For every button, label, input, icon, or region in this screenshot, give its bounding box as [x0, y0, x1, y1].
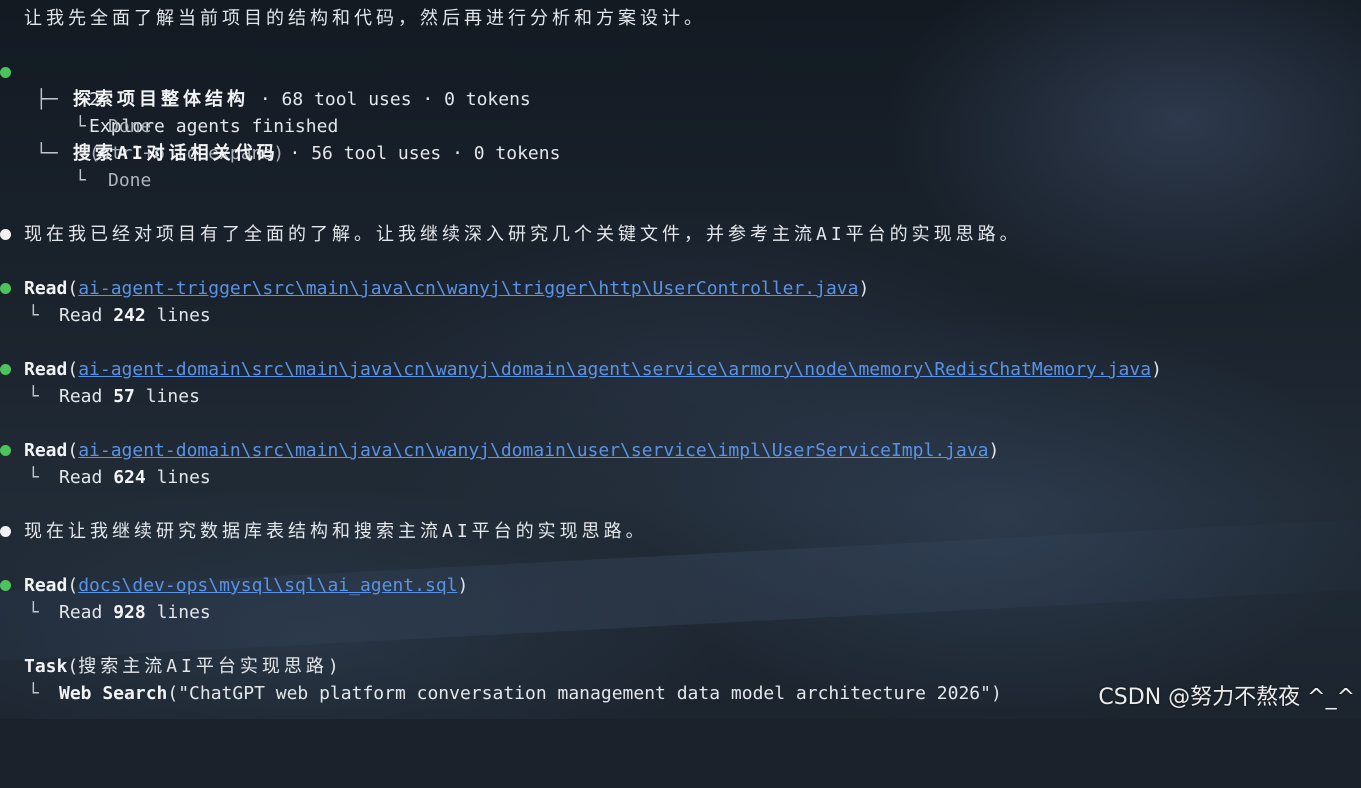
- tree-end-icon: └: [28, 467, 39, 488]
- result-word: Read: [59, 386, 103, 407]
- web-search-query: ("ChatGPT web platform conversation mana…: [167, 683, 1002, 704]
- explore-agent-status-row: └ Done: [0, 113, 151, 140]
- agent-status: Done: [108, 170, 152, 191]
- tool-name: Read: [24, 278, 68, 299]
- status-dot-green-icon: [0, 445, 11, 456]
- result-word: Read: [59, 467, 103, 488]
- result-word: Read: [59, 305, 103, 326]
- agent-stats: · 56 tool uses · 0 tokens: [278, 143, 561, 164]
- result-unit: lines: [156, 467, 211, 488]
- agent-name: 探索项目整体结构: [73, 89, 249, 110]
- result-unit: lines: [145, 386, 200, 407]
- terminal-output: 让我先全面了解当前项目的结构和代码，然后再进行分析和方案设计。 2 Explor…: [0, 0, 1361, 719]
- explore-agents-block[interactable]: 2 Explore agents finished (ctrl+o to exp…: [0, 59, 338, 164]
- explore-agent-row: ├─ 探索项目整体结构 · 68 tool uses · 0 tokens: [0, 86, 531, 113]
- read-tool-call: Read(ai-agent-trigger\src\main\java\cn\w…: [0, 275, 869, 302]
- status-dot-green-icon: [0, 364, 11, 375]
- intro-message: 让我先全面了解当前项目的结构和代码，然后再进行分析和方案设计。: [0, 5, 702, 32]
- read-result: └ Read 928 lines: [0, 599, 211, 626]
- agent-name: 搜索AI对话相关代码: [73, 143, 279, 164]
- assistant-message: 现在让我继续研究数据库表结构和搜索主流AI平台的实现思路。: [0, 518, 644, 545]
- tree-end-icon: └: [75, 170, 86, 191]
- status-dot-green-icon: [0, 67, 11, 78]
- agent-stats: · 68 tool uses · 0 tokens: [249, 89, 531, 110]
- file-path-link[interactable]: docs\dev-ops\mysql\sql\ai_agent.sql: [78, 575, 457, 596]
- assistant-message: 现在我已经对项目有了全面的了解。让我继续深入研究几个关键文件，并参考主流AI平台…: [0, 221, 1018, 248]
- read-tool-call: Read(docs\dev-ops\mysql\sql\ai_agent.sql…: [0, 572, 468, 599]
- tool-name: Read: [24, 575, 68, 596]
- tree-end-icon: └: [28, 683, 39, 704]
- status-dot-green-icon: [0, 283, 11, 294]
- tree-branch-icon: ├─: [36, 89, 58, 110]
- tree-last-branch-icon: └─: [36, 143, 58, 164]
- status-dot-white-icon: [0, 526, 11, 537]
- line-count: 242: [113, 305, 146, 326]
- csdn-watermark: CSDN @努力不熬夜 ^_^: [1098, 685, 1355, 710]
- tree-end-icon: └: [28, 305, 39, 326]
- file-path-link[interactable]: ai-agent-domain\src\main\java\cn\wanyj\d…: [78, 359, 1151, 380]
- line-count: 624: [113, 467, 146, 488]
- explore-agent-status-row: └ Done: [0, 167, 151, 194]
- line-count: 928: [113, 602, 146, 623]
- message-text: 现在让我继续研究数据库表结构和搜索主流AI平台的实现思路。: [24, 521, 648, 542]
- tool-name: Read: [24, 359, 68, 380]
- task-argument: 搜索主流AI平台实现思路: [78, 656, 328, 677]
- tree-end-icon: └: [28, 386, 39, 407]
- tool-name: Read: [24, 440, 68, 461]
- intro-text: 让我先全面了解当前项目的结构和代码，然后再进行分析和方案设计。: [24, 8, 706, 29]
- read-tool-call: Read(ai-agent-domain\src\main\java\cn\wa…: [0, 356, 1162, 383]
- read-result: └ Read 242 lines: [0, 302, 211, 329]
- status-dot-green-icon: [0, 580, 11, 591]
- file-path-link[interactable]: ai-agent-domain\src\main\java\cn\wanyj\d…: [78, 440, 988, 461]
- tree-end-icon: └: [75, 116, 86, 137]
- task-subcall: └ Web Search("ChatGPT web platform conve…: [0, 680, 1002, 707]
- explore-agent-row: └─ 搜索AI对话相关代码 · 56 tool uses · 0 tokens: [0, 140, 560, 167]
- read-tool-call: Read(ai-agent-domain\src\main\java\cn\wa…: [0, 437, 999, 464]
- result-word: Read: [59, 602, 103, 623]
- status-dot-white-icon: [0, 229, 11, 240]
- file-path-link[interactable]: ai-agent-trigger\src\main\java\cn\wanyj\…: [78, 278, 858, 299]
- tool-name: Task: [24, 656, 68, 677]
- agent-status: Done: [108, 116, 152, 137]
- read-result: └ Read 624 lines: [0, 464, 211, 491]
- web-search-tool: Web Search: [59, 683, 168, 704]
- task-tool-call: Task(搜索主流AI平台实现思路): [24, 656, 339, 677]
- line-count: 57: [113, 386, 135, 407]
- result-unit: lines: [156, 602, 211, 623]
- read-result: └ Read 57 lines: [0, 383, 200, 410]
- result-unit: lines: [156, 305, 211, 326]
- message-text: 现在我已经对项目有了全面的了解。让我继续深入研究几个关键文件，并参考主流AI平台…: [24, 224, 1022, 245]
- tree-end-icon: └: [28, 602, 39, 623]
